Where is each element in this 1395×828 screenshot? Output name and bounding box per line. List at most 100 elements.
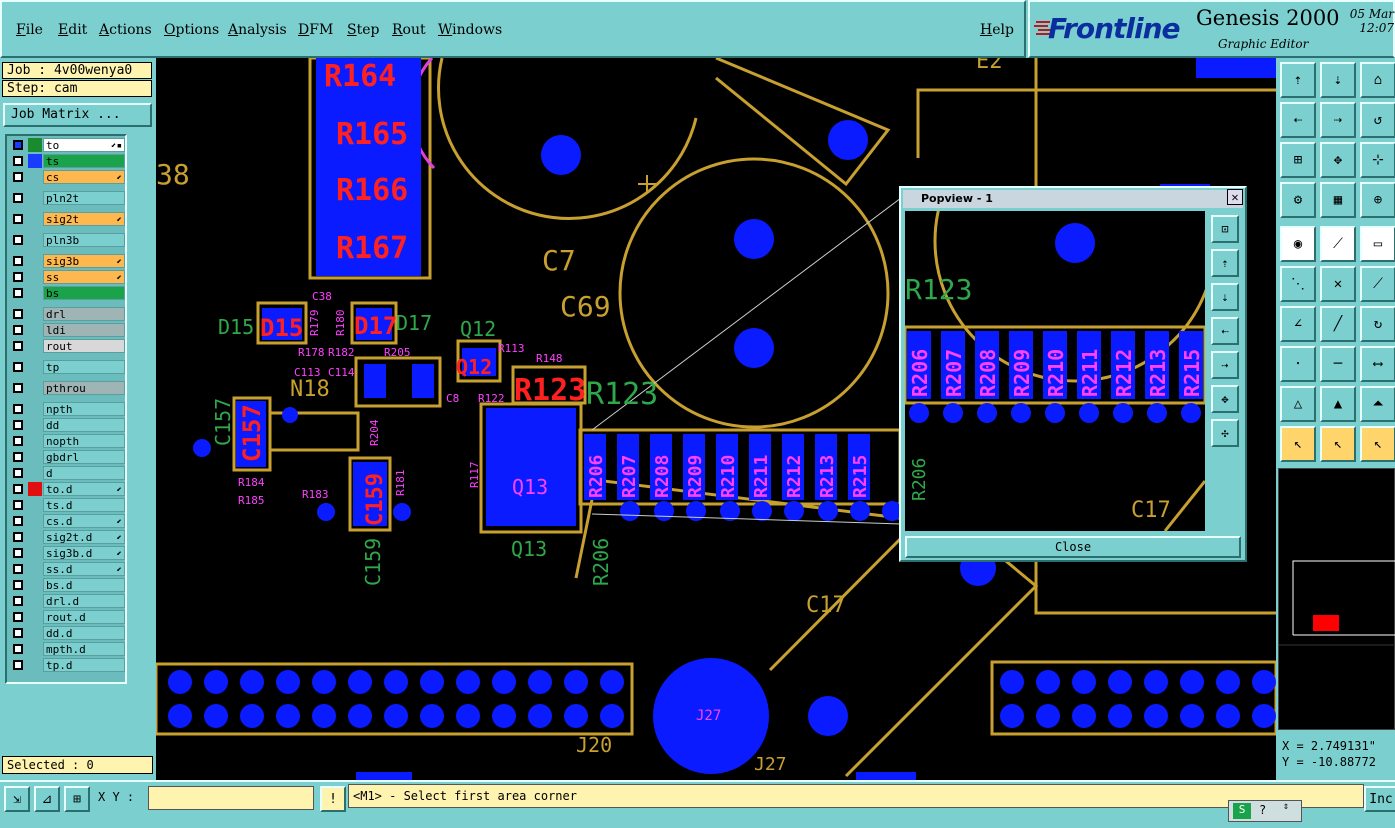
- grid-snap-icon[interactable]: ⊞: [64, 786, 90, 812]
- layer-row[interactable]: to ⬋▪: [9, 138, 125, 152]
- point-tool-icon[interactable]: ⋅: [1280, 346, 1316, 382]
- pointer-icon[interactable]: ↖: [1280, 426, 1316, 462]
- popview-close-button[interactable]: Close: [905, 536, 1241, 558]
- layer-row[interactable]: sig3b ⬋: [9, 254, 125, 268]
- layer-row[interactable]: tp: [9, 360, 125, 374]
- redraw-icon[interactable]: ↺: [1360, 102, 1395, 138]
- layer-checkbox[interactable]: [13, 156, 23, 166]
- layer-checkbox[interactable]: [13, 532, 23, 542]
- select-tool-icon[interactable]: ◉: [1280, 226, 1316, 262]
- popview-close-icon[interactable]: ✕: [1227, 189, 1243, 205]
- triangle-tool-icon[interactable]: △: [1280, 386, 1316, 422]
- pointer-select-icon[interactable]: ↖: [1360, 426, 1395, 462]
- tray-help-icon[interactable]: ?: [1259, 803, 1266, 817]
- layer-row[interactable]: ts: [9, 154, 125, 168]
- menu-windows[interactable]: Windows: [438, 22, 502, 38]
- menu-dfm[interactable]: DFM: [298, 22, 333, 38]
- layer-checkbox[interactable]: [13, 383, 23, 393]
- layer-row[interactable]: sig2t ⬋: [9, 212, 125, 226]
- layer-checkbox[interactable]: [13, 644, 23, 654]
- layer-checkbox[interactable]: [13, 500, 23, 510]
- layer-row[interactable]: mpth.d: [9, 642, 125, 656]
- job-matrix-button[interactable]: Job Matrix ...: [3, 103, 152, 127]
- zoom-in-icon[interactable]: ✥: [1320, 142, 1356, 178]
- layer-checkbox[interactable]: [13, 272, 23, 282]
- net-tool-icon[interactable]: ⋱: [1280, 266, 1316, 302]
- popview-canvas[interactable]: R206 R207 R208 R209 R210 R211 R212 R213 R215 R12…: [905, 211, 1205, 531]
- layer-row[interactable]: rout: [9, 339, 125, 353]
- measure-icon[interactable]: ⊿: [34, 786, 60, 812]
- tray-s-icon[interactable]: S: [1233, 803, 1251, 819]
- layer-checkbox[interactable]: [13, 452, 23, 462]
- overview-map[interactable]: [1278, 468, 1395, 730]
- pv-pan-up-icon[interactable]: ⇡: [1211, 249, 1239, 277]
- layer-checkbox[interactable]: [13, 325, 23, 335]
- pointer-box-icon[interactable]: ↖: [1320, 426, 1356, 462]
- alert-icon[interactable]: !: [320, 786, 346, 812]
- pan-right-icon[interactable]: ⇢: [1320, 102, 1356, 138]
- layer-row[interactable]: d: [9, 466, 125, 480]
- dash-tool-icon[interactable]: ─: [1320, 346, 1356, 382]
- menu-edit[interactable]: Edit: [58, 22, 87, 38]
- zoom-ratio-icon[interactable]: ⊹: [1360, 142, 1395, 178]
- layer-row[interactable]: cs ⬋: [9, 170, 125, 184]
- popview-titlebar[interactable]: Popview - 1: [903, 190, 1243, 208]
- grid-icon[interactable]: ▦: [1320, 182, 1356, 218]
- menu-analysis[interactable]: Analysis: [228, 22, 287, 38]
- layer-checkbox[interactable]: [13, 660, 23, 670]
- menu-step[interactable]: Step: [347, 22, 379, 38]
- layer-checkbox[interactable]: [13, 362, 23, 372]
- zoom-out-icon[interactable]: ⊞: [1280, 142, 1316, 178]
- settings-icon[interactable]: ⚙: [1280, 182, 1316, 218]
- cross-tool-icon[interactable]: ✕: [1320, 266, 1356, 302]
- line-tool-icon[interactable]: ⟋: [1360, 266, 1395, 302]
- measure-tool-icon[interactable]: ⟋: [1320, 226, 1356, 262]
- layer-checkbox[interactable]: [13, 288, 23, 298]
- triangle-marked-tool-icon[interactable]: ⏶: [1360, 386, 1395, 422]
- resize-icon[interactable]: ⇲: [4, 786, 30, 812]
- layer-checkbox[interactable]: [13, 580, 23, 590]
- pv-zoom-fit-icon[interactable]: ⊡: [1211, 215, 1239, 243]
- layer-checkbox[interactable]: [13, 256, 23, 266]
- layer-row[interactable]: pln3b: [9, 233, 125, 247]
- layer-row[interactable]: ss.d ⬋: [9, 562, 125, 576]
- pv-pan-left-icon[interactable]: ⇠: [1211, 317, 1239, 345]
- pan-up-icon[interactable]: ⇡: [1280, 62, 1316, 98]
- layer-checkbox[interactable]: [13, 404, 23, 414]
- layer-row[interactable]: cs.d ⬋: [9, 514, 125, 528]
- xy-input[interactable]: [148, 786, 314, 810]
- layer-row[interactable]: nopth: [9, 434, 125, 448]
- layer-row[interactable]: npth: [9, 402, 125, 416]
- layer-row[interactable]: sig3b.d ⬋: [9, 546, 125, 560]
- pan-left-icon[interactable]: ⇠: [1280, 102, 1316, 138]
- menu-rout[interactable]: Rout: [392, 22, 426, 38]
- layer-checkbox[interactable]: [13, 436, 23, 446]
- pv-zoom-out-icon[interactable]: ✣: [1211, 419, 1239, 447]
- slash-tool-icon[interactable]: ╱: [1320, 306, 1356, 342]
- pan-down-icon[interactable]: ⇣: [1320, 62, 1356, 98]
- layer-row[interactable]: ss ⬋: [9, 270, 125, 284]
- menu-options[interactable]: Options: [164, 22, 219, 38]
- layer-checkbox[interactable]: [13, 235, 23, 245]
- layer-row[interactable]: sig2t.d ⬋: [9, 530, 125, 544]
- layer-checkbox[interactable]: [13, 214, 23, 224]
- layer-checkbox[interactable]: [13, 140, 23, 150]
- layer-checkbox[interactable]: [13, 564, 23, 574]
- triangle-filled-tool-icon[interactable]: ▲: [1320, 386, 1356, 422]
- layer-checkbox[interactable]: [13, 309, 23, 319]
- pv-pan-down-icon[interactable]: ⇣: [1211, 283, 1239, 311]
- layer-row[interactable]: ldi: [9, 323, 125, 337]
- tray-spin-icon[interactable]: ⇕: [1283, 801, 1289, 812]
- angle-tool-icon[interactable]: ∠: [1280, 306, 1316, 342]
- snap-icon[interactable]: ⊕: [1360, 182, 1395, 218]
- arc-tool-icon[interactable]: ↻: [1360, 306, 1395, 342]
- layer-checkbox[interactable]: [13, 172, 23, 182]
- layer-row[interactable]: gbdrl: [9, 450, 125, 464]
- layer-row[interactable]: bs.d: [9, 578, 125, 592]
- home-icon[interactable]: ⌂: [1360, 62, 1395, 98]
- layer-checkbox[interactable]: [13, 612, 23, 622]
- layer-row[interactable]: to.d ⬋: [9, 482, 125, 496]
- menu-actions[interactable]: Actions: [99, 22, 152, 38]
- layer-row[interactable]: dd: [9, 418, 125, 432]
- layer-row[interactable]: drl.d: [9, 594, 125, 608]
